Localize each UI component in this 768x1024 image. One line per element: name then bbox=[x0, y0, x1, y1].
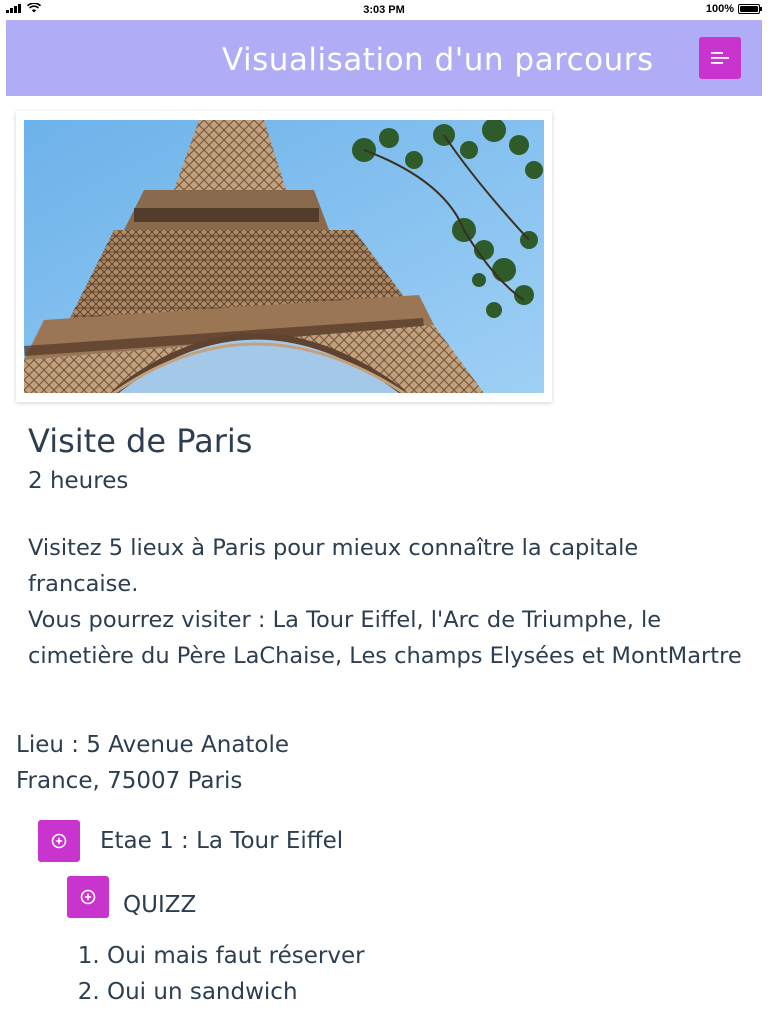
status-bar: 3:03 PM 100% bbox=[0, 0, 768, 20]
quiz-label: QUIZZ bbox=[123, 892, 197, 918]
quiz-answer-list: Oui mais faut réserver Oui un sandwich bbox=[60, 938, 365, 1010]
menu-button[interactable] bbox=[699, 37, 741, 79]
tour-title: Visite de Paris bbox=[28, 422, 253, 460]
expand-step-button[interactable] bbox=[38, 820, 80, 862]
quiz-answer: Oui un sandwich bbox=[107, 974, 365, 1010]
app-header: Visualisation d'un parcours bbox=[6, 20, 762, 96]
tour-description: Visitez 5 lieux à Paris pour mieux conna… bbox=[28, 530, 748, 674]
battery-icon bbox=[738, 4, 762, 14]
address-line-1: Lieu : 5 Avenue Anatole bbox=[16, 732, 290, 758]
menu-lines-icon bbox=[711, 52, 729, 64]
quiz-answer: Oui mais faut réserver bbox=[107, 938, 365, 974]
battery-percent: 100% bbox=[705, 3, 734, 15]
description-line-1: Visitez 5 lieux à Paris pour mieux conna… bbox=[28, 535, 639, 597]
step-label: Etae 1 : La Tour Eiffel bbox=[100, 828, 344, 854]
status-time: 3:03 PM bbox=[363, 4, 405, 16]
plus-circle-icon bbox=[51, 833, 67, 849]
plus-circle-icon bbox=[80, 889, 96, 905]
description-line-2: Vous pourrez visiter : La Tour Eiffel, l… bbox=[28, 607, 742, 669]
expand-quiz-button[interactable] bbox=[67, 876, 109, 918]
page-title: Visualisation d'un parcours bbox=[222, 42, 654, 78]
tour-duration: 2 heures bbox=[28, 468, 129, 494]
tour-photo bbox=[24, 120, 544, 393]
address-line-2: France, 75007 Paris bbox=[16, 768, 243, 794]
tour-address: Lieu : 5 Avenue Anatole France, 75007 Pa… bbox=[16, 727, 289, 799]
photo-card bbox=[16, 111, 552, 402]
